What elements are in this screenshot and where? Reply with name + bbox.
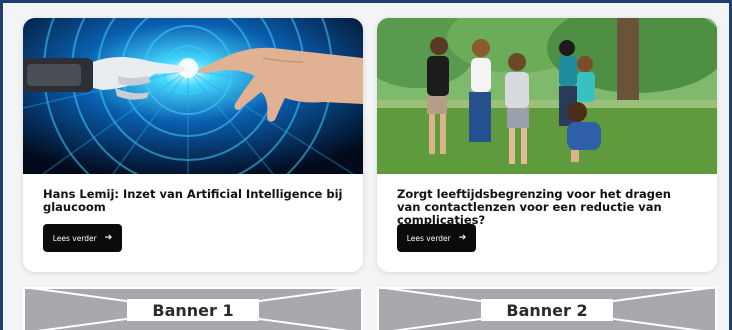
read-more-button[interactable]: Lees verder ➔	[397, 224, 476, 252]
read-more-label: Lees verder	[406, 233, 451, 243]
read-more-label: Lees verder	[52, 233, 97, 243]
article-card[interactable]: Zorgt leeftijdsbegrenzing voor het drage…	[377, 18, 717, 272]
banner-placeholder-1[interactable]: Banner 1	[23, 287, 363, 330]
article-card[interactable]: Hans Lemij: Inzet van Artificial Intelli…	[23, 18, 363, 272]
banner-label: Banner 2	[481, 299, 613, 321]
article-title[interactable]: Hans Lemij: Inzet van Artificial Intelli…	[43, 188, 343, 214]
article-image-ai-hands[interactable]	[23, 18, 363, 174]
arrow-right-icon: ➔	[104, 233, 113, 243]
page-frame: Hans Lemij: Inzet van Artificial Intelli…	[0, 0, 732, 330]
banner-label: Banner 1	[127, 299, 259, 321]
read-more-button[interactable]: Lees verder ➔	[43, 224, 122, 252]
banner-placeholder-2[interactable]: Banner 2	[377, 287, 717, 330]
arrow-right-icon: ➔	[458, 233, 467, 243]
article-image-children-playing[interactable]	[377, 18, 717, 174]
article-title[interactable]: Zorgt leeftijdsbegrenzing voor het drage…	[397, 188, 697, 227]
